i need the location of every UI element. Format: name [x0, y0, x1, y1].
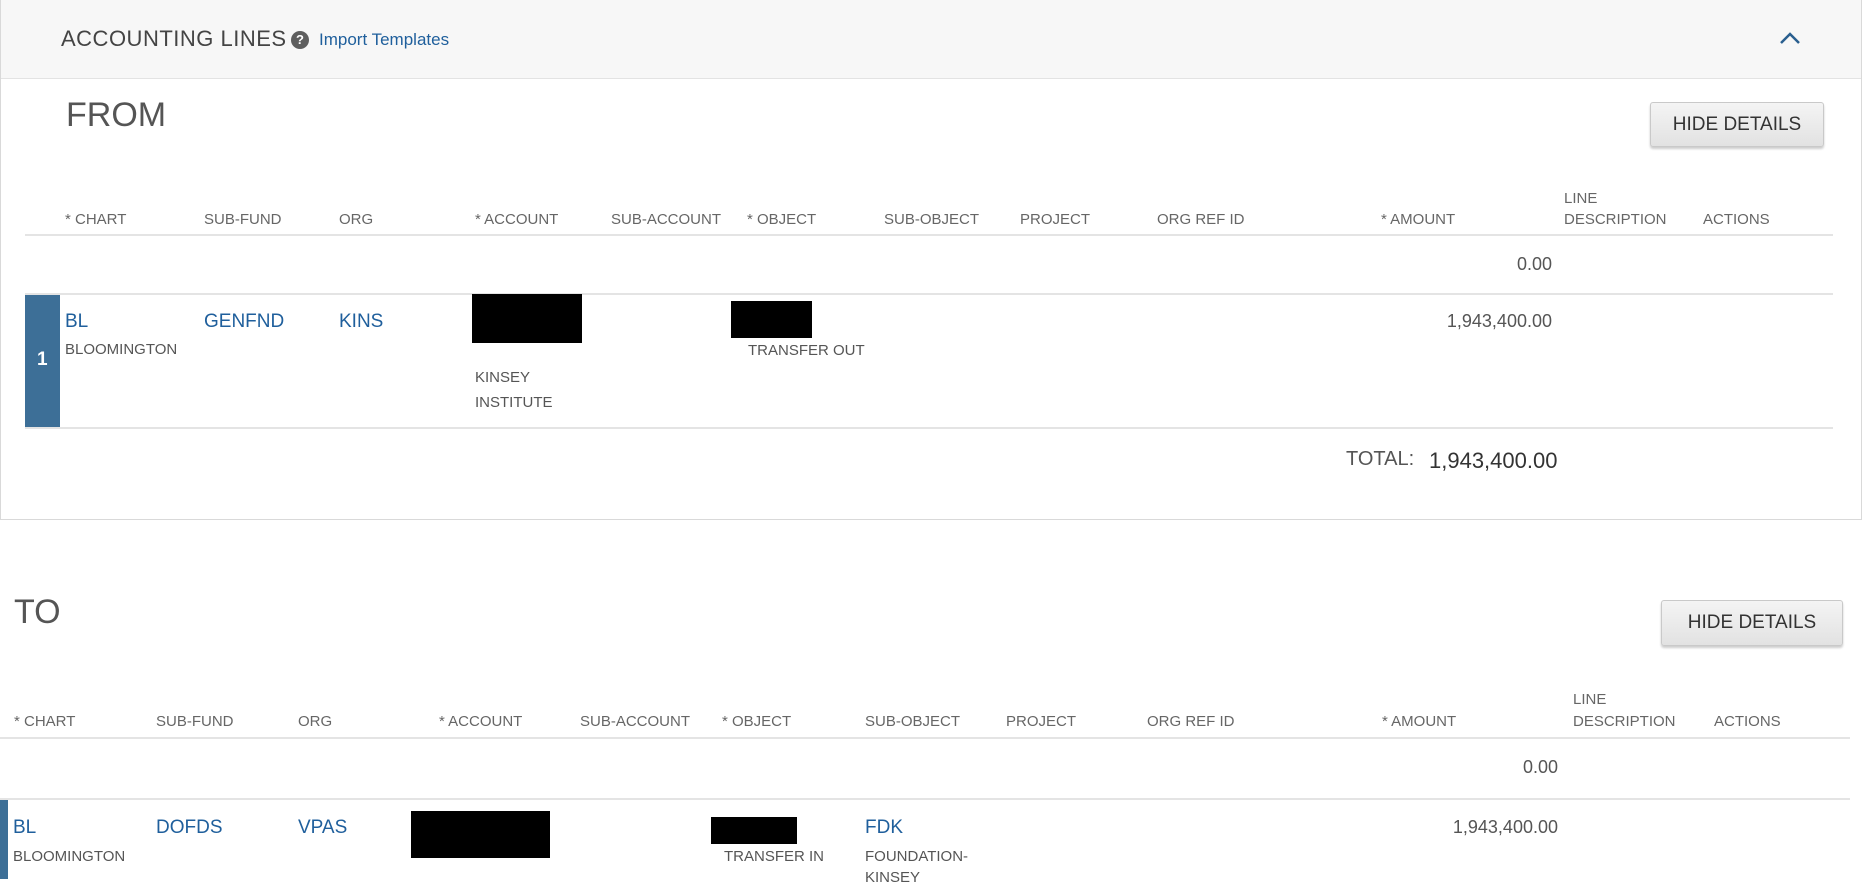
new-line-amount: 0.00: [1516, 254, 1552, 274]
redacted-object: [711, 817, 797, 844]
header-line-description-top: LINE: [1564, 190, 1598, 207]
chevron-up-icon[interactable]: [1777, 28, 1803, 48]
header-divider: [0, 737, 1850, 739]
header-amount: * AMOUNT: [1382, 713, 1457, 730]
line-amount: 1,943,400.00: [1452, 817, 1558, 837]
org-link[interactable]: KINS: [339, 311, 383, 333]
row-divider: [0, 798, 1850, 800]
header-line-description-top: LINE: [1573, 691, 1607, 708]
header-sub-account: SUB-ACCOUNT: [580, 713, 691, 730]
header-actions: ACTIONS: [1714, 713, 1781, 730]
row-number: 1: [37, 349, 48, 370]
header-sub-account: SUB-ACCOUNT: [611, 211, 722, 228]
row-divider: [25, 427, 1833, 429]
header-amount: * AMOUNT: [1381, 211, 1456, 228]
import-templates-link[interactable]: Import Templates: [319, 30, 449, 50]
row-number-bar: 1: [25, 295, 60, 427]
object-name: TRANSFER IN: [724, 848, 825, 865]
header-object: * OBJECT: [722, 713, 792, 730]
object-name: TRANSFER OUT: [748, 342, 865, 359]
sub-fund-link[interactable]: GENFND: [204, 311, 284, 333]
to-section-title: TO: [14, 593, 61, 631]
chart-link[interactable]: BL: [65, 311, 88, 333]
total-value: 1,943,400.00: [1429, 448, 1558, 473]
row-divider: [25, 293, 1833, 295]
header-account: * ACCOUNT: [439, 713, 523, 730]
chart-name: BLOOMINGTON: [65, 341, 178, 358]
header-org-ref-id: ORG REF ID: [1147, 713, 1235, 730]
header-org-ref-id: ORG REF ID: [1157, 211, 1245, 228]
header-actions: ACTIONS: [1703, 211, 1770, 228]
sub-object-name-line2: KINSEY: [865, 869, 921, 886]
accounting-lines-panel: ACCOUNTING LINES ? Import Templates FROM…: [0, 0, 1862, 520]
header-divider: [25, 234, 1833, 236]
sub-fund-link[interactable]: DOFDS: [156, 817, 223, 839]
panel-title: ACCOUNTING LINES: [61, 26, 287, 51]
hide-details-button[interactable]: HIDE DETAILS: [1650, 102, 1824, 147]
header-line-description: DESCRIPTION: [1573, 713, 1676, 730]
header-org: ORG: [298, 713, 333, 730]
new-line-amount: 0.00: [1522, 757, 1558, 777]
header-project: PROJECT: [1006, 713, 1077, 730]
chart-name: BLOOMINGTON: [13, 848, 126, 865]
header-object: * OBJECT: [747, 211, 817, 228]
redacted-account: [411, 811, 550, 858]
row-number-bar: [0, 800, 8, 879]
account-name-line1: KINSEY: [475, 369, 531, 386]
account-name-line2: INSTITUTE: [475, 394, 553, 411]
header-sub-fund: SUB-FUND: [156, 713, 234, 730]
header-chart: * CHART: [14, 713, 76, 730]
header-chart: * CHART: [65, 211, 127, 228]
org-link[interactable]: VPAS: [298, 817, 347, 839]
header-sub-fund: SUB-FUND: [204, 211, 282, 228]
line-amount: 1,943,400.00: [1446, 311, 1552, 331]
header-account: * ACCOUNT: [475, 211, 559, 228]
header-project: PROJECT: [1020, 211, 1091, 228]
hide-details-button[interactable]: HIDE DETAILS: [1661, 600, 1843, 646]
header-line-description: DESCRIPTION: [1564, 211, 1667, 228]
help-icon[interactable]: ?: [291, 31, 309, 49]
redacted-account: [472, 294, 582, 343]
sub-object-link[interactable]: FDK: [865, 817, 903, 839]
redacted-object: [731, 301, 812, 338]
from-section-title: FROM: [66, 96, 167, 134]
header-sub-object: SUB-OBJECT: [884, 211, 980, 228]
panel-header: ACCOUNTING LINES ? Import Templates: [1, 0, 1861, 79]
chart-link[interactable]: BL: [13, 817, 36, 839]
header-sub-object: SUB-OBJECT: [865, 713, 961, 730]
total-label: TOTAL:: [1346, 448, 1415, 470]
header-org: ORG: [339, 211, 374, 228]
